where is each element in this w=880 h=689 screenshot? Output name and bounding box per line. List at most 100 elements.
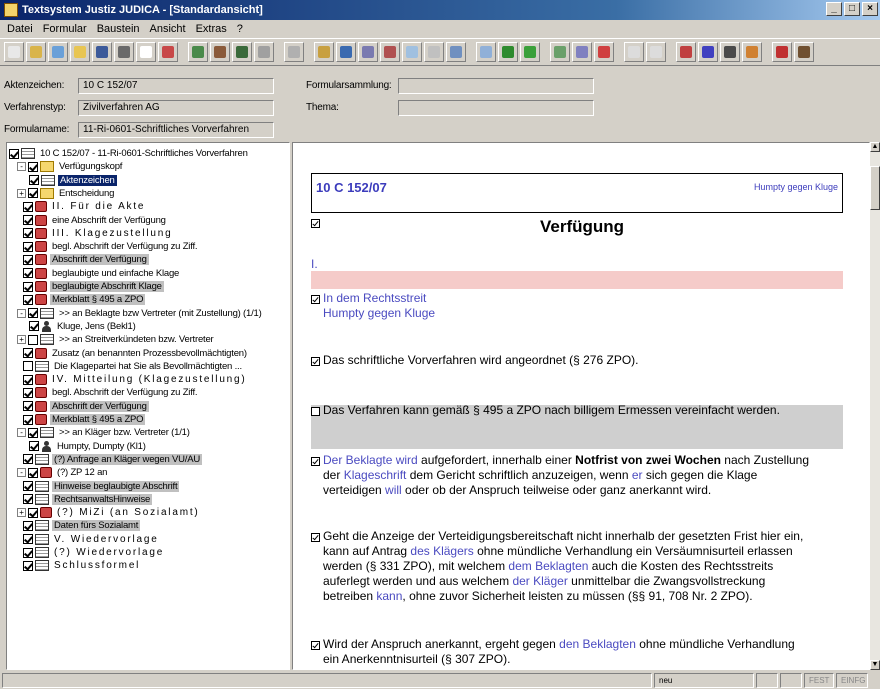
tree-node[interactable]: beglaubigte Abschrift Klage [23,280,164,293]
tree-checkbox[interactable] [23,348,33,358]
paragraph-checkbox[interactable] [311,357,320,366]
tree-checkbox[interactable] [23,215,33,225]
tree-checkbox[interactable] [23,520,33,531]
aktenzeichen-field[interactable]: 10 C 152/07 [78,78,274,94]
paragraph-checkbox[interactable] [311,457,320,466]
expand-icon[interactable]: + [17,335,26,345]
tree-checkbox[interactable] [23,268,33,279]
preview-button[interactable] [136,42,156,62]
tree-checkbox[interactable] [23,414,33,425]
tree-checkbox[interactable] [23,534,33,545]
cut-button[interactable] [284,42,304,62]
form-structure-tree[interactable]: 10 C 152/07 - 11-Ri-0601-Schriftliches V… [6,142,290,670]
tools-button[interactable] [742,42,762,62]
help-button[interactable] [594,42,614,62]
nav-prev-button[interactable] [476,42,496,62]
find-button[interactable] [402,42,422,62]
scroll-up-icon[interactable]: ▲ [870,142,880,152]
document-view[interactable]: 10 C 152/07 Humpty gegen Kluge Verfügung… [292,142,870,670]
tree-node[interactable]: + >> an Streitverkündeten bzw. Vertreter [17,333,216,346]
tree-checkbox[interactable] [28,308,38,319]
tree-checkbox[interactable] [28,467,38,478]
tree-checkbox[interactable] [23,281,33,292]
play-button[interactable] [254,42,274,62]
tree-node[interactable]: + (?) MiZi (an Sozialamt) [17,506,202,519]
new-doc-button[interactable] [4,42,24,62]
tree-node[interactable]: Die Klagepartei hat Sie als Bevollmächti… [23,360,244,373]
tree-checkbox[interactable] [29,441,39,452]
tree-node[interactable]: Daten fürs Sozialamt [23,519,141,532]
mail-button[interactable] [676,42,696,62]
tree-node[interactable]: RechtsanwaltsHinweise [23,493,153,506]
tree-node[interactable]: - (?) ZP 12 an [17,466,109,479]
undo-button[interactable] [380,42,400,62]
tree-node[interactable]: Merkblatt § 495 a ZPO [23,293,146,306]
tree-checkbox[interactable] [23,387,33,398]
save-button[interactable] [92,42,112,62]
settings-button[interactable] [572,42,592,62]
tree-checkbox[interactable] [23,560,33,571]
text-block-button[interactable] [158,42,178,62]
green-record-button[interactable] [498,42,518,62]
tree-checkbox[interactable] [23,294,33,305]
tree-node[interactable]: Humpty, Dumpty (Kl1) [29,440,148,453]
verfahrenstyp-field[interactable]: Zivilverfahren AG [78,100,274,116]
print-button[interactable] [114,42,134,62]
tree-checkbox[interactable] [28,427,38,438]
tree-checkbox[interactable] [23,361,33,372]
tree-checkbox[interactable] [23,547,33,558]
menu-formular[interactable]: Formular [38,23,92,35]
tree-checkbox[interactable] [23,228,33,239]
scroll-down-icon[interactable]: ▼ [870,660,880,670]
tree-node[interactable]: beglaubigte und einfache Klage [23,267,181,280]
step-button[interactable] [232,42,252,62]
folder-button[interactable] [70,42,90,62]
tree-node[interactable]: Aktenzeichen [29,174,117,187]
tree-checkbox[interactable] [28,161,38,172]
tree-node[interactable]: Abschrift der Verfügung [23,253,149,266]
formularname-field[interactable]: 11-Ri-0601-Schriftliches Vorverfahren [78,122,274,138]
tree-node[interactable]: 10 C 152/07 - 11-Ri-0601-Schriftliches V… [9,147,250,160]
tree-checkbox[interactable] [23,254,33,265]
field-button[interactable] [550,42,570,62]
menu-baustein[interactable]: Baustein [92,23,145,35]
paragraph-checkbox[interactable] [311,533,320,542]
tree-checkbox[interactable] [23,494,33,505]
tree-node[interactable]: begl. Abschrift der Verfügung zu Ziff. [23,386,199,399]
disabled-a-button[interactable] [624,42,644,62]
paragraph-checkbox[interactable] [311,641,320,650]
disabled-b-button[interactable] [646,42,666,62]
tree-node[interactable]: eine Abschrift der Verfügung [23,214,168,227]
tree-node[interactable]: (?) Anfrage an Kläger wegen VU/AU [23,453,203,466]
tree-checkbox[interactable] [23,374,33,385]
tree-checkbox[interactable] [9,148,19,159]
minimize-button[interactable]: _ [826,2,842,16]
tree-node[interactable]: III. Klagezustellung [23,227,175,240]
green-db-button[interactable] [520,42,540,62]
tree-checkbox[interactable] [29,321,39,332]
collapse-icon[interactable]: - [17,468,26,478]
menu-help[interactable]: ? [232,23,248,35]
tree-checkbox[interactable] [28,188,38,199]
tree-node[interactable]: Hinweise beglaubigte Abschrift [23,480,180,493]
tree-checkbox[interactable] [23,481,33,491]
tree-node[interactable]: Merkblatt § 495 a ZPO [23,413,146,426]
scroll-thumb[interactable] [870,166,880,210]
tree-node[interactable]: begl. Abschrift der Verfügung zu Ziff. [23,240,199,253]
vertical-scrollbar[interactable]: ▲ ▼ [870,142,880,670]
tree-checkbox[interactable] [29,175,39,186]
close-button[interactable]: × [862,2,878,16]
tree-node[interactable]: + Entscheidung [17,187,116,200]
replace-button[interactable] [424,42,444,62]
form-button[interactable] [188,42,208,62]
maximize-button[interactable]: □ [844,2,860,16]
expand-icon[interactable]: + [17,188,26,198]
menu-extras[interactable]: Extras [191,23,232,35]
formularsammlung-field[interactable] [398,78,594,94]
tree-checkbox[interactable] [23,201,33,212]
open-doc-button[interactable] [26,42,46,62]
tree-node[interactable]: - >> an Beklagte bzw Vertreter (mit Zuste… [17,307,264,320]
paragraph-checkbox[interactable] [311,407,320,416]
copy-button[interactable] [314,42,334,62]
macro-button[interactable] [210,42,230,62]
